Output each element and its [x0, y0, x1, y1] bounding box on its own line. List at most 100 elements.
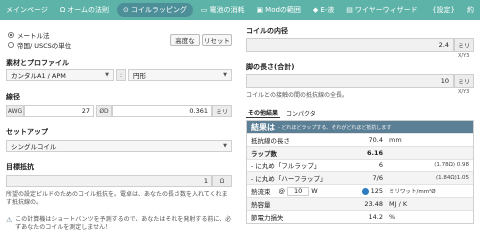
nav-item-wire-wizard[interactable]: ▤ ワイヤーウィザード [340, 0, 423, 20]
leg-length-sub: X/Y3 [458, 89, 470, 95]
material-select[interactable]: カンタルA1 / APM ▼ [6, 69, 114, 81]
result-key: - に丸め「フルラップ」 [251, 162, 321, 171]
target-resistance-input[interactable]: 1 [6, 175, 212, 187]
wire-gauge-label: 線径 [6, 93, 20, 101]
leg-length-note: コイルとの接触の間の抵抗線の全長。 [246, 92, 348, 99]
results-header: 結果は - どれほどラップする、それがどれほど抵抗します [247, 121, 473, 133]
result-unit: mm [389, 135, 402, 144]
radio-imperial[interactable] [8, 42, 14, 48]
result-row-heat-flux: 熱流束 @ 10 W 125 ミリワット/mm²Ø [247, 184, 473, 197]
watts-unit: W [311, 187, 318, 196]
warning-text: この計算機はショートバンツを予測するので、あなたはそれを発射する前に、必ずあなた… [15, 216, 232, 231]
diameter-addon: ØD [96, 105, 112, 117]
wire-icon: ▤ [346, 5, 353, 14]
nav-label: E-液 [320, 6, 335, 14]
at-sign: @ [278, 187, 286, 196]
nav-label: ワイヤーウィザード [354, 6, 418, 14]
result-unit: ミリワット/mm²Ø [389, 189, 436, 196]
leg-length-label: 脚の長さ(合計) [246, 63, 295, 71]
unit-options: メートル法 帝国/ USCSの単位 [8, 30, 71, 50]
nav-item-main[interactable]: メインページ [0, 0, 54, 20]
heat-flux-value-wrap: 125 [343, 187, 383, 195]
result-value: 125 [370, 187, 383, 196]
result-row-heat-capacity: 熱容量 23.48 MJ / K [247, 196, 473, 210]
tab-other-results[interactable]: その他結果 [246, 108, 281, 118]
result-extra: (1.78Ω) 0.98 [434, 162, 469, 169]
battery-icon: ▭ [200, 5, 208, 14]
diameter-unit: ミリ [212, 105, 232, 117]
profile-value: 円形 [133, 72, 146, 80]
result-extra: (1.84Ω)1.05 [436, 175, 469, 182]
results-subtitle: - どれほどラップする、それがどれほど抵抗します [278, 124, 392, 131]
result-tabs: その他結果 コンパクタ [246, 110, 318, 118]
nav-item-battery[interactable]: ▭ 電池の消耗 [195, 0, 251, 20]
results-panel: 結果は - どれほどラップする、それがどれほど抵抗します 抵抗線の長さ 70.4… [246, 120, 474, 224]
unit-imperial-option[interactable]: 帝国/ USCSの単位 [8, 40, 71, 50]
warning-message: ⚠ この計算機はショートバンツを予測するので、あなたはそれを発射する前に、必ずあ… [6, 216, 232, 232]
unit-metric-option[interactable]: メートル法 [8, 30, 71, 40]
mod-icon: ▣ [256, 5, 264, 14]
unit-imperial-label: 帝国/ USCSの単位 [17, 42, 72, 50]
nav-label: オームの法則 [67, 6, 110, 14]
result-row-wraps: ラップ数 6.16 [247, 145, 473, 159]
result-value: 70.4 [368, 135, 383, 144]
awg-input[interactable]: 27 [24, 105, 94, 117]
reset-button[interactable]: リセット [202, 34, 232, 46]
nav-item-mod-range[interactable]: ▣ Modの範囲 [251, 0, 307, 20]
chevron-down-icon: ▼ [105, 72, 109, 78]
left-panel: メートル法 帝国/ USCSの単位 高度な リセット 素材とプロファイル カンタ… [4, 26, 232, 249]
result-value: 14.2 [368, 212, 383, 221]
tab-compactor[interactable]: コンパクタ [284, 109, 318, 118]
setup-select[interactable]: シングルコイル ▼ [6, 140, 232, 152]
result-key: ラップ数 [251, 149, 277, 158]
material-value: カンタルA1 / APM [11, 72, 66, 80]
unit-metric-label: メートル法 [17, 32, 50, 40]
result-row-power-loss: 節電力損失 14.2 % [247, 209, 473, 223]
awg-addon: AWG [6, 105, 24, 117]
nav-item-ohm[interactable]: Ω オームの法則 [54, 0, 115, 20]
result-key: 熱容量 [251, 200, 271, 209]
chevron-down-icon: ▼ [223, 143, 227, 149]
leg-length-input[interactable]: 10 [246, 74, 454, 88]
coil-diameter-sub: X/Y3 [458, 53, 470, 59]
nav-label: コイルラッピング [130, 6, 187, 14]
nav-settings[interactable]: {設定} [426, 0, 461, 20]
target-resistance-unit: Ω [212, 175, 232, 187]
coil-diameter-input[interactable]: 2.4 [246, 38, 454, 52]
result-key: 熱流束 [251, 188, 271, 197]
result-unit: % [389, 212, 396, 221]
material-label: 素材とプロファイル [6, 59, 69, 67]
nav-item-coil-wrapping[interactable]: ⊙ コイルラッピング [117, 3, 193, 17]
nav-language[interactable]: 約 [461, 0, 480, 20]
results-title: 結果は [251, 122, 275, 132]
result-key: - に丸め「ハーフラップ」 [251, 175, 327, 184]
coil-diameter-label: コイルの内径 [246, 27, 288, 35]
radio-metric[interactable] [8, 32, 14, 38]
heat-indicator-icon [361, 187, 369, 195]
watts-input[interactable]: 10 [287, 186, 310, 196]
profile-select[interactable]: 円形 ▼ [128, 69, 232, 81]
result-key: 抵抗線の長さ [251, 136, 290, 145]
result-value: 23.48 [364, 199, 383, 208]
diameter-input[interactable]: 0.361 [112, 105, 212, 117]
setup-label: セットアップ [6, 128, 48, 136]
result-unit: MJ / K [389, 199, 408, 208]
result-row-full-wrap: - に丸め「フルラップ」 6 (1.78Ω) 0.98 [247, 158, 473, 172]
coil-icon: ⊙ [123, 5, 129, 14]
result-row-half-wrap: - に丸め「ハーフラップ」 7/6 (1.84Ω)1.05 [247, 171, 473, 185]
result-row-wire-length: 抵抗線の長さ 70.4 mm [247, 133, 473, 146]
drop-icon: ◆ [312, 5, 319, 14]
top-nav: メインページ Ω オームの法則 ⊙ コイルラッピング ▭ 電池の消耗 ▣ Modの範囲 … [0, 0, 480, 20]
target-resistance-note: 所望の設定ピルドのためのコイル抵抗を。電卓は、あなたの長さ数を入れてくれます抵抗… [6, 191, 228, 206]
result-key: 節電力損失 [251, 213, 284, 222]
heat-flux-key: 熱流束 @ 10 W [247, 186, 343, 196]
setup-value: シングルコイル [11, 143, 57, 151]
result-value: 6 [378, 161, 383, 170]
target-resistance-label: 目標抵抗 [6, 163, 34, 171]
advanced-button[interactable]: 高度な [170, 34, 200, 46]
result-value: 6.16 [366, 148, 383, 157]
chevron-down-icon: ▼ [223, 72, 227, 78]
nav-item-eliquid[interactable]: ◆ E-液 [307, 0, 340, 20]
ohm-icon: Ω [59, 5, 66, 14]
nav-label: メインページ [6, 6, 48, 14]
